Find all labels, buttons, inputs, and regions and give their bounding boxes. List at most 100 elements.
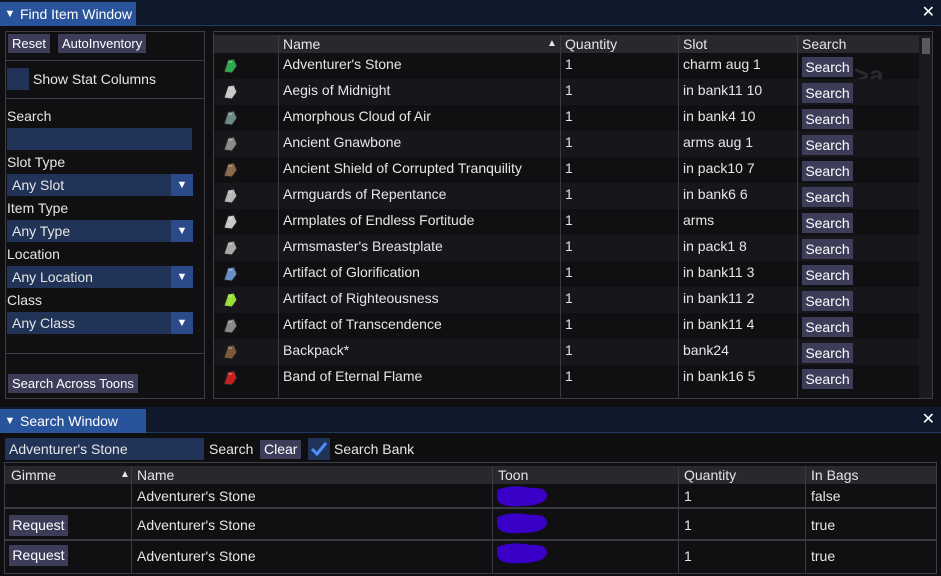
chevron-down-icon[interactable]: ▼ <box>171 220 193 242</box>
search-button[interactable]: Search <box>802 135 853 155</box>
class-select[interactable]: Any Class ▼ <box>7 312 193 334</box>
search-across-toons-button[interactable]: Search Across Toons <box>8 374 138 393</box>
item-name: Aegis of Midnight <box>283 82 391 98</box>
search-button[interactable]: Search <box>802 161 853 181</box>
table-row[interactable]: Ancient Gnawbone 1 arms aug 1 Search <box>214 131 919 157</box>
close-icon[interactable]: ✕ <box>922 410 935 430</box>
search-button[interactable]: Search <box>802 83 853 103</box>
chevron-down-icon[interactable]: ▼ <box>171 266 193 288</box>
item-type-select[interactable]: Any Type ▼ <box>7 220 193 242</box>
search-button[interactable]: Search <box>802 369 853 389</box>
search-button[interactable]: Search <box>802 317 853 337</box>
find-item-titlebar[interactable]: ▼ Find Item Window ✕ <box>0 0 941 26</box>
column-header-slot[interactable]: Slot <box>679 35 707 53</box>
armplate-icon <box>220 213 240 231</box>
show-stat-columns-checkbox[interactable] <box>7 68 29 90</box>
autoinventory-button[interactable]: AutoInventory <box>58 34 147 53</box>
sort-ascending-icon: ▲ <box>547 38 557 49</box>
search-button[interactable]: Search <box>802 213 853 233</box>
item-table: >a Name ▲ Quantity Slot Search Adventure… <box>213 31 933 399</box>
item-name: Amorphous Cloud of Air <box>283 108 431 124</box>
table-row[interactable]: Adventurer's Stone 1 charm aug 1 Search <box>214 53 919 79</box>
table-row[interactable]: Artifact of Transcendence 1 in bank11 4 Sea… <box>214 313 919 339</box>
search-button[interactable]: Search <box>802 187 853 207</box>
column-gimme-label: Gimme <box>11 467 57 483</box>
class-value: Any Class <box>12 315 76 331</box>
search-button[interactable]: Search <box>802 291 853 311</box>
request-button[interactable]: Request <box>9 545 68 566</box>
search-button[interactable]: Search <box>802 57 853 77</box>
slot-type-label: Slot Type <box>7 154 66 170</box>
chevron-down-icon[interactable]: ▼ <box>171 174 193 196</box>
search-button[interactable]: Search <box>802 343 853 363</box>
slot-type-select[interactable]: Any Slot ▼ <box>7 174 193 196</box>
reset-button[interactable]: Reset <box>8 34 50 53</box>
find-item-title-tab[interactable]: ▼ Find Item Window <box>0 2 136 26</box>
backpack-icon <box>220 343 240 361</box>
search-query-input[interactable]: Adventurer's Stone <box>5 438 204 460</box>
artifact-green-icon <box>220 291 240 309</box>
row-divider <box>5 507 936 509</box>
column-divider[interactable] <box>678 35 679 398</box>
table-row[interactable]: Armguards of Repentance 1 in bank6 6 Search <box>214 183 919 209</box>
item-slot: in pack10 7 <box>683 160 755 176</box>
result-item-name: Adventurer's Stone <box>137 517 256 533</box>
chevron-down-icon[interactable]: ▼ <box>171 312 193 334</box>
search-button[interactable]: Search <box>802 265 853 285</box>
column-divider[interactable] <box>492 466 493 574</box>
location-select[interactable]: Any Location ▼ <box>7 266 193 288</box>
search-input[interactable] <box>7 128 192 150</box>
column-divider[interactable] <box>131 466 132 574</box>
table-row[interactable]: Ancient Shield of Corrupted Tranquility 1… <box>214 157 919 183</box>
result-in-bags: true <box>811 517 836 533</box>
column-header-in-bags[interactable]: In Bags <box>807 466 858 484</box>
class-label: Class <box>7 292 43 308</box>
table-row[interactable]: Armplates of Endless Fortitude 1 arms Searc… <box>214 209 919 235</box>
result-quantity: 1 <box>684 548 692 564</box>
search-window-title-tab[interactable]: ▼ Search Window <box>0 409 146 433</box>
item-quantity: 1 <box>565 290 573 306</box>
table-row[interactable]: Artifact of Righteousness 1 in bank11 2 Sea… <box>214 287 919 313</box>
column-header-quantity[interactable]: Quantity <box>561 35 617 53</box>
table-row[interactable]: Band of Eternal Flame 1 in bank16 5 Search <box>214 365 919 391</box>
table-row[interactable]: Armsmaster's Breastplate 1 in pack1 8 Searc… <box>214 235 919 261</box>
table-row[interactable]: Aegis of Midnight 1 in bank11 10 Search <box>214 79 919 105</box>
clear-button[interactable]: Clear <box>260 440 302 459</box>
request-button[interactable]: Request <box>9 515 68 536</box>
item-name: Ancient Gnawbone <box>283 134 402 150</box>
search-window-titlebar[interactable]: ▼ Search Window ✕ <box>0 407 941 433</box>
column-divider[interactable] <box>278 35 279 398</box>
search-button[interactable]: Search <box>802 239 853 259</box>
results-table-header: Gimme ▲ Name Toon Quantity In Bags <box>5 466 936 484</box>
checkmark-icon <box>310 442 328 457</box>
column-header-gimme[interactable]: Gimme ▲ <box>7 466 132 484</box>
table-row[interactable]: Artifact of Glorification 1 in bank11 3 Sea… <box>214 261 919 287</box>
result-in-bags: false <box>811 488 841 504</box>
item-slot: in bank11 3 <box>683 264 755 280</box>
collapse-icon[interactable]: ▼ <box>0 415 20 427</box>
collapse-icon[interactable]: ▼ <box>0 8 20 20</box>
column-header-name[interactable]: Name <box>133 466 174 484</box>
red-band-icon <box>220 369 240 387</box>
search-button[interactable]: Search <box>802 109 853 129</box>
column-divider[interactable] <box>560 35 561 398</box>
toon-name-redaction <box>491 511 561 540</box>
column-divider[interactable] <box>805 466 806 574</box>
column-header-name[interactable]: Name ▲ <box>279 35 560 53</box>
column-divider[interactable] <box>678 466 679 574</box>
search-window: ▼ Search Window ✕ Adventurer's Stone Sea… <box>0 407 941 576</box>
table-row[interactable]: Amorphous Cloud of Air 1 in bank4 10 Search <box>214 105 919 131</box>
armguard-icon <box>220 187 240 205</box>
breastplate-icon <box>220 239 240 257</box>
close-icon[interactable]: ✕ <box>922 3 935 23</box>
table-row[interactable]: Backpack* 1 bank24 Search <box>214 339 919 365</box>
scrollbar-thumb[interactable] <box>922 38 930 54</box>
column-header-toon[interactable]: Toon <box>494 466 528 484</box>
column-divider[interactable] <box>797 35 798 398</box>
vertical-scrollbar[interactable] <box>919 35 932 398</box>
item-slot: in bank11 2 <box>683 290 755 306</box>
divider <box>6 60 204 61</box>
column-header-search[interactable]: Search <box>798 35 846 53</box>
search-bank-checkbox[interactable] <box>308 438 330 460</box>
column-header-quantity[interactable]: Quantity <box>680 466 736 484</box>
